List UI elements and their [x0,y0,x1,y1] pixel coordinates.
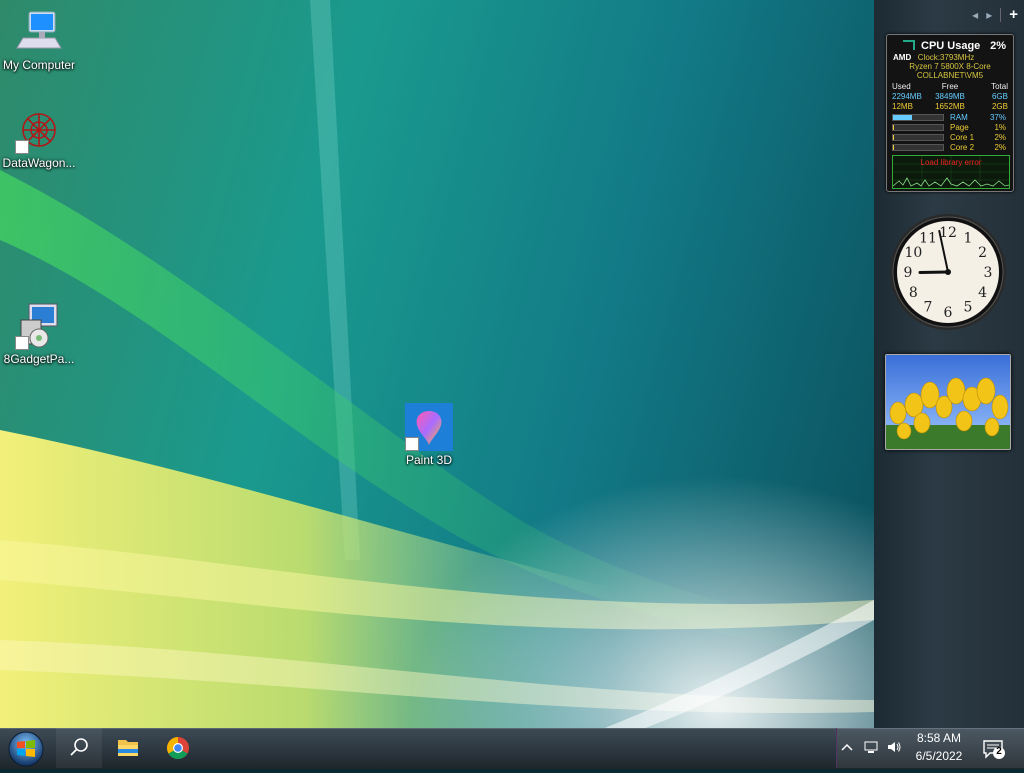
desktop-icon-paint3d[interactable]: Paint 3D [387,403,471,467]
usage-meters: RAM 37% Page 1% Core 1 2% Core 2 2% [892,112,1008,152]
meter-bar [892,144,944,151]
clock-numeral: 8 [909,285,918,301]
clock-gadget[interactable]: 121234567891011 [888,212,1008,332]
cpu-usage-gadget[interactable]: AMD CPU Usage 2% Clock:3793MHz Ryzen 7 5… [886,34,1014,192]
page-meter: Page 1% [892,122,1008,132]
volume-icon[interactable] [886,739,902,755]
previous-page-button[interactable]: ◂ [972,8,978,22]
meter-fill [893,145,894,150]
meter-label: RAM [950,113,984,122]
desktop-wallpaper [0,0,1024,768]
meter-value: 1% [984,123,1006,132]
taskbar-chrome[interactable] [156,728,200,768]
next-page-button[interactable]: ▸ [986,8,992,22]
meter-bar [892,114,944,121]
column-total: Total [970,82,1008,92]
page-total: 2GB [970,102,1008,112]
notification-count-badge: 2 [993,746,1005,757]
cpu-model: Ryzen 7 5800X 8-Core [887,62,1013,71]
clock-numeral: 1 [964,230,973,246]
column-used: Used [892,82,930,92]
column-free: Free [931,82,969,92]
ram-total: 6GB [970,92,1008,102]
meter-fill [893,125,894,130]
desktop-icon-my-computer[interactable]: My Computer [0,8,81,72]
taskbar-file-explorer[interactable] [106,728,150,768]
ram-used: 2294MB [892,92,930,102]
computer-icon [15,8,63,56]
page-used: 12MB [892,102,930,112]
memory-table: Used Free Total 2294MB 3849MB 6GB 12MB 1… [892,82,1008,112]
clock-numeral: 3 [984,265,993,281]
start-orb-icon [4,730,48,768]
meter-label: Core 2 [950,143,984,152]
clock-numeral: 7 [924,300,933,316]
sidebar-controls: ◂ ▸ + [972,6,1018,23]
chrome-icon [156,728,200,768]
core2-meter: Core 2 2% [892,142,1008,152]
clock-numeral: 5 [964,300,973,316]
core1-meter: Core 1 2% [892,132,1008,142]
clock-numeral: 11 [919,230,937,246]
meter-label: Core 1 [950,133,984,142]
clock-numeral: 6 [944,305,953,321]
search-icon [56,728,102,768]
meter-label: Page [950,123,984,132]
cpu-usage-percent: 2% [990,40,1006,52]
meter-value: 2% [984,133,1006,142]
meter-bar [892,124,944,131]
graph-error-message: Load library error [893,158,1009,167]
shortcut-arrow-icon [15,140,29,154]
meter-fill [893,115,912,120]
start-button[interactable] [4,730,48,768]
ram-meter: RAM 37% [892,112,1008,122]
installer-icon [15,302,63,350]
action-center-button[interactable]: 2 [982,738,1006,760]
show-hidden-icons-chevron-icon[interactable] [839,739,855,755]
memory-table-header: Used Free Total [892,82,1008,92]
page-free: 1652MB [931,102,969,112]
network-icon[interactable] [863,739,879,755]
meter-value: 37% [984,113,1006,122]
cpu-gadget-title: CPU Usage [921,40,980,52]
clock-face: 121234567891011 [888,212,1008,332]
meter-bar [892,134,944,141]
cpu-clock-speed: Clock:3793MHz [887,53,1005,62]
file-explorer-icon [106,728,150,768]
host-name: COLLABNET\VM5 [887,71,1013,80]
clock-numeral: 10 [904,245,922,261]
taskbar-date[interactable]: 6/5/2022 [904,749,974,763]
slideshow-gadget[interactable] [885,354,1011,450]
desktop-icon-label: My Computer [0,58,81,72]
desktop-icon-label: 8GadgetPa... [0,352,81,366]
clock-numeral: 9 [904,265,913,281]
desktop-icon-8gadgetpack[interactable]: 8GadgetPa... [0,302,81,366]
datawagon-icon [15,106,63,154]
divider [1000,8,1001,22]
shortcut-arrow-icon [405,437,419,451]
ram-free: 3849MB [931,92,969,102]
desktop-icon-label: Paint 3D [387,453,471,467]
search-button[interactable] [56,728,102,768]
clock-numeral: 2 [978,245,987,261]
taskbar-time[interactable]: 8:58 AM [904,731,974,745]
meter-value: 2% [984,143,1006,152]
desktop-icon-datawagon[interactable]: DataWagon... [0,106,81,170]
cpu-history-graph: Load library error [892,155,1010,189]
meter-fill [893,135,894,140]
paint3d-icon [405,403,453,451]
tulips-photo [886,355,1010,449]
clock-numeral: 4 [978,285,987,301]
ram-row: 2294MB 3849MB 6GB [892,92,1008,102]
page-row: 12MB 1652MB 2GB [892,102,1008,112]
amd-mark-icon [903,40,915,50]
add-gadget-button[interactable]: + [1009,6,1018,23]
shortcut-arrow-icon [15,336,29,350]
desktop-icon-label: DataWagon... [0,156,81,170]
